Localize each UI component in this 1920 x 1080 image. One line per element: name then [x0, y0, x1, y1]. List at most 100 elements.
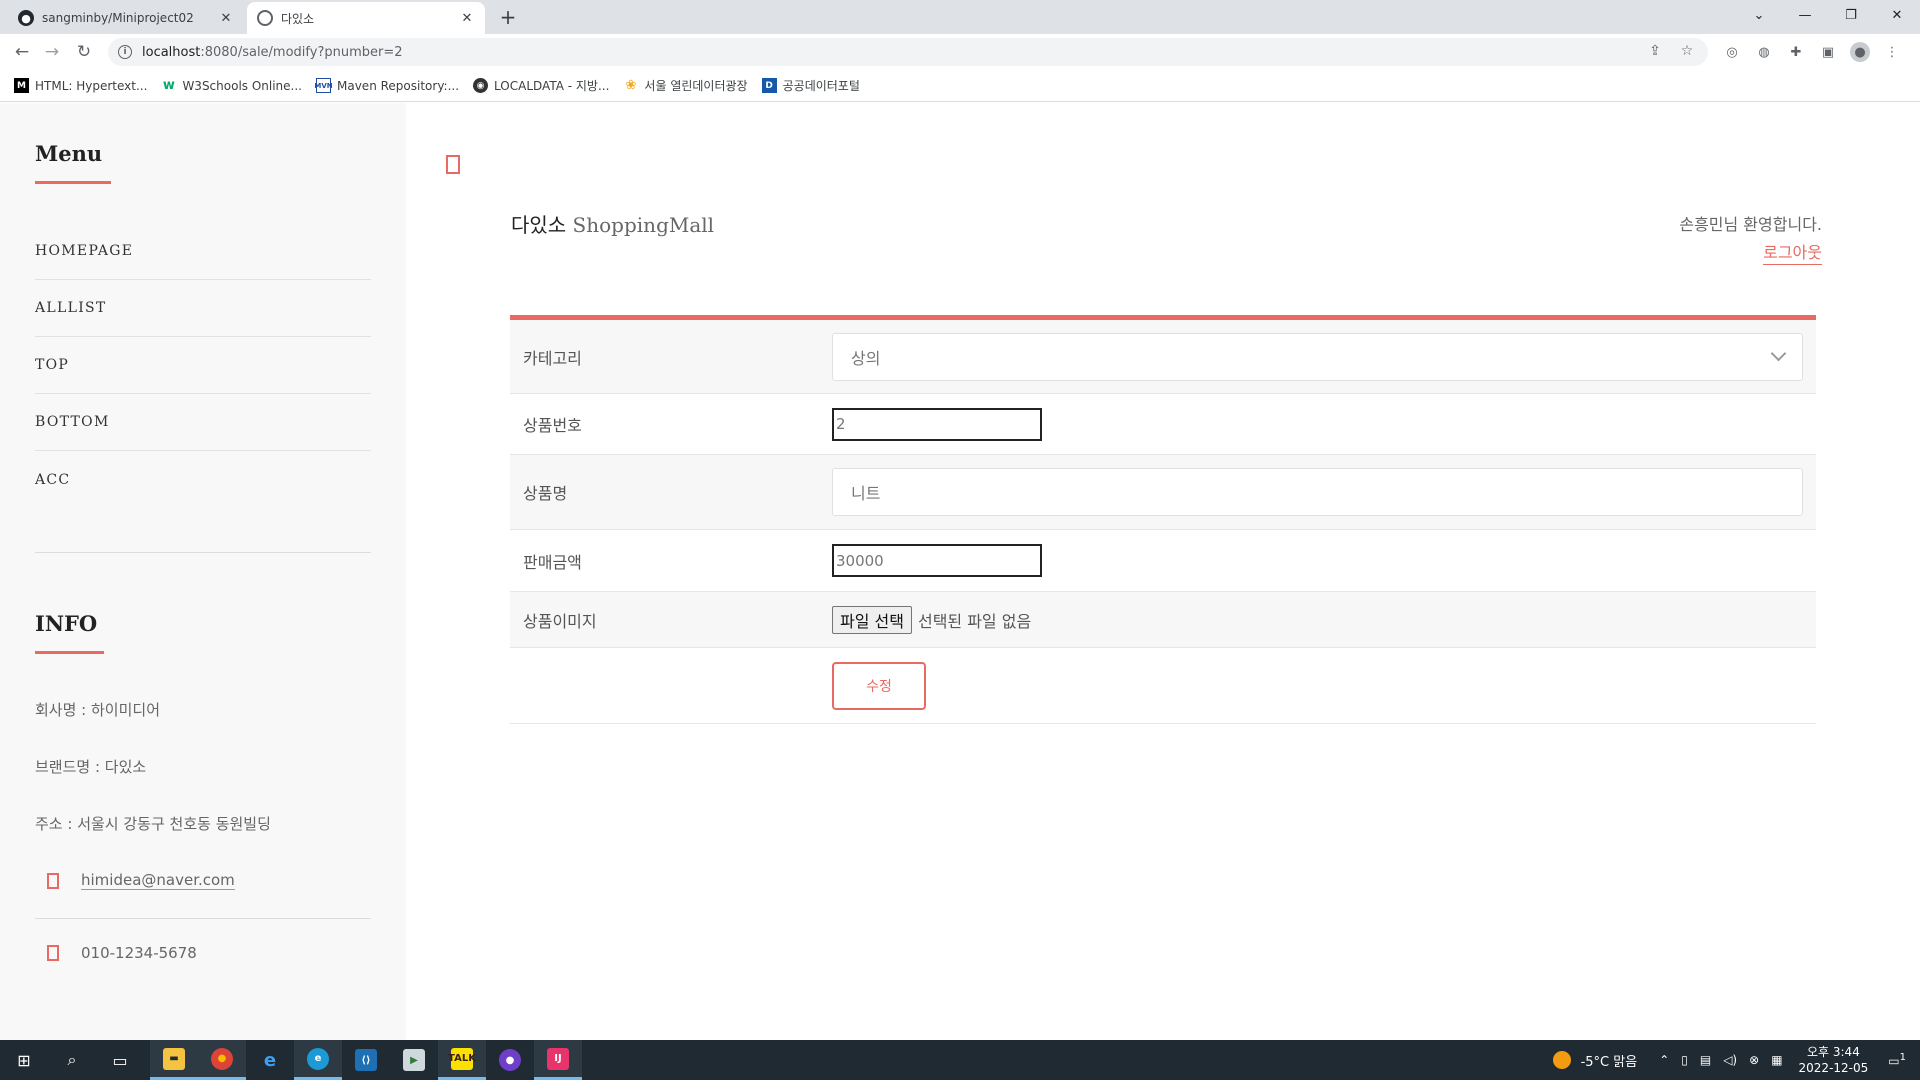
number-label: 상품번호 [523, 416, 582, 435]
search-icon[interactable]: ⌕ [48, 1040, 96, 1080]
form-row-price: 판매금액 30000 [510, 530, 1816, 592]
clock-date: 2022-12-05 [1798, 1061, 1869, 1075]
ime-icon[interactable]: ▦ [1771, 1053, 1782, 1067]
weather-text[interactable]: -5°C 맑음 [1581, 1051, 1638, 1070]
close-window-icon[interactable]: ✕ [1874, 0, 1920, 30]
modify-button[interactable]: 수정 [832, 661, 926, 710]
empty-cell [510, 648, 832, 724]
volume-icon[interactable]: ◁) [1723, 1053, 1737, 1067]
image-label: 상품이미지 [523, 611, 597, 631]
menu-heading-underline [35, 181, 111, 184]
intellij-icon[interactable]: IJ [534, 1040, 582, 1080]
side-panel-icon[interactable]: ▣ [1818, 42, 1838, 62]
choose-file-button[interactable]: 파일 선택 [832, 605, 912, 634]
price-input[interactable]: 30000 [832, 544, 1042, 577]
price-label: 판매금액 [523, 552, 582, 572]
chrome-icon[interactable]: ● [198, 1040, 246, 1080]
restore-icon[interactable]: ❐ [1828, 0, 1874, 30]
clock[interactable]: 오후 3:44 2022-12-05 [1799, 1044, 1869, 1076]
extension-globe-icon[interactable]: ◍ [1754, 42, 1774, 62]
vscode-icon[interactable]: ⟨⟩ [342, 1040, 390, 1080]
media-app-icon[interactable]: ▶ [390, 1040, 438, 1080]
category-select[interactable]: 상의 [832, 332, 1803, 381]
logout-link[interactable]: 로그아웃 [1763, 239, 1822, 265]
site-info-icon[interactable]: i [118, 45, 132, 59]
product-number-input[interactable]: 2 [832, 407, 1042, 441]
url-text: localhost:8080/sale/modify?pnumber=2 [142, 44, 403, 60]
browser-tab-active[interactable]: 다있소 ✕ [247, 2, 485, 34]
clock-time: 오후 3:44 [1806, 1045, 1860, 1059]
sidebar-item-bottom[interactable]: BOTTOM [35, 394, 371, 451]
mute-icon[interactable]: ⊗ [1749, 1053, 1759, 1067]
site-brand[interactable]: 다있소 ShoppingMall [511, 209, 714, 238]
notification-icon[interactable]: ▭1 [1888, 1052, 1906, 1068]
product-modify-form: 카테고리 상의 상품번호 2 상품명 니트 판매금액 30000 상품이미지 파… [510, 315, 1816, 724]
form-row-name: 상품명 니트 [510, 454, 1816, 530]
browser-toolbar: ← → ↻ i localhost:8080/sale/modify?pnumb… [0, 34, 1920, 70]
kebab-menu-icon[interactable]: ⋮ [1882, 42, 1902, 62]
close-icon[interactable]: ✕ [459, 11, 475, 26]
github-desktop-icon[interactable]: ● [486, 1040, 534, 1080]
phone-number: 010-1234-5678 [81, 944, 197, 962]
bookmark-item[interactable]: w W3Schools Online... [161, 78, 302, 93]
bookmark-item[interactable]: D 공공데이터포털 [761, 77, 860, 94]
maven-icon: MVN [314, 78, 333, 93]
bookmark-item[interactable]: M HTML: Hypertext... [14, 78, 147, 93]
network-icon[interactable]: ▤ [1700, 1053, 1711, 1067]
contact-divider [35, 918, 371, 919]
category-label: 카테고리 [523, 348, 582, 368]
form-row-number: 상품번호 2 [510, 394, 1816, 455]
sidebar-toggle-icon[interactable] [446, 155, 460, 174]
bookmark-item[interactable]: ◉ LOCALDATA - 지방... [473, 77, 609, 94]
address-bar[interactable]: i localhost:8080/sale/modify?pnumber=2 ⇪… [108, 38, 1708, 66]
bookmark-item[interactable]: MVN Maven Repository:... [314, 78, 459, 93]
data-portal-icon: D [761, 78, 777, 93]
minimize-icon[interactable]: — [1782, 0, 1828, 30]
weather-sun-icon [1552, 1051, 1571, 1069]
windows-start-icon[interactable]: ⊞ [0, 1040, 48, 1080]
browser-tab-github[interactable]: ● sangminby/Miniproject02 ✕ [8, 2, 244, 34]
task-view-icon[interactable]: ▭ [96, 1040, 144, 1080]
form-row-submit: 수정 [510, 648, 1816, 724]
sidebar-item-homepage[interactable]: HOMEPAGE [35, 223, 371, 280]
sidebar-item-top[interactable]: TOP [35, 337, 371, 394]
sidebar-item-acc[interactable]: ACC [35, 451, 371, 508]
extension-icon[interactable]: ◎ [1722, 42, 1742, 62]
github-icon: ● [18, 10, 34, 26]
sidebar-divider [35, 552, 371, 553]
bookmark-star-icon[interactable]: ☆ [1678, 43, 1696, 59]
category-selected-value: 상의 [851, 348, 881, 368]
edge-icon[interactable]: e [294, 1040, 342, 1080]
back-icon[interactable]: ← [10, 40, 34, 64]
new-tab-button[interactable]: + [496, 5, 520, 29]
email-contact: himidea@naver.com [35, 871, 371, 890]
seoul-data-icon: ❀ [625, 78, 637, 93]
company-info: 회사명 : 하이미디어 [35, 701, 160, 719]
mdn-icon: M [14, 78, 29, 93]
close-icon[interactable]: ✕ [218, 11, 234, 26]
sidebar-item-alllist[interactable]: ALLLIST [35, 280, 371, 337]
tab-search-icon[interactable]: ⌄ [1736, 0, 1782, 30]
internet-explorer-icon[interactable]: e [246, 1040, 294, 1080]
phone-contact: 010-1234-5678 [35, 944, 371, 962]
form-row-category: 카테고리 상의 [510, 317, 1816, 394]
chevron-down-icon [1770, 345, 1787, 362]
battery-icon[interactable]: ▯ [1681, 1053, 1688, 1067]
info-heading-underline [35, 651, 104, 654]
share-icon[interactable]: ⇪ [1646, 43, 1664, 59]
welcome-message: 손흥민님 환영합니다. [1679, 215, 1822, 234]
reload-icon[interactable]: ↻ [72, 40, 96, 64]
file-explorer-icon[interactable]: ▬ [150, 1040, 198, 1080]
bookmark-item[interactable]: ❀ 서울 열린데이터광장 [623, 77, 747, 94]
chevron-up-icon[interactable]: ⌃ [1659, 1053, 1669, 1067]
product-name-input[interactable]: 니트 [832, 468, 1803, 516]
browser-tab-strip: ● sangminby/Miniproject02 ✕ 다있소 ✕ + ⌄ — … [0, 0, 1920, 34]
extension-icons: ◎ ◍ ✚ ▣ ● ⋮ [1722, 42, 1902, 62]
brand-info: 브랜드명 : 다있소 [35, 758, 147, 776]
kakaotalk-icon[interactable]: TALK [438, 1040, 486, 1080]
puzzle-icon[interactable]: ✚ [1786, 42, 1806, 62]
profile-avatar-icon[interactable]: ● [1850, 42, 1870, 62]
email-link[interactable]: himidea@naver.com [81, 871, 235, 890]
forward-icon[interactable]: → [40, 40, 64, 64]
phone-icon [47, 945, 59, 961]
